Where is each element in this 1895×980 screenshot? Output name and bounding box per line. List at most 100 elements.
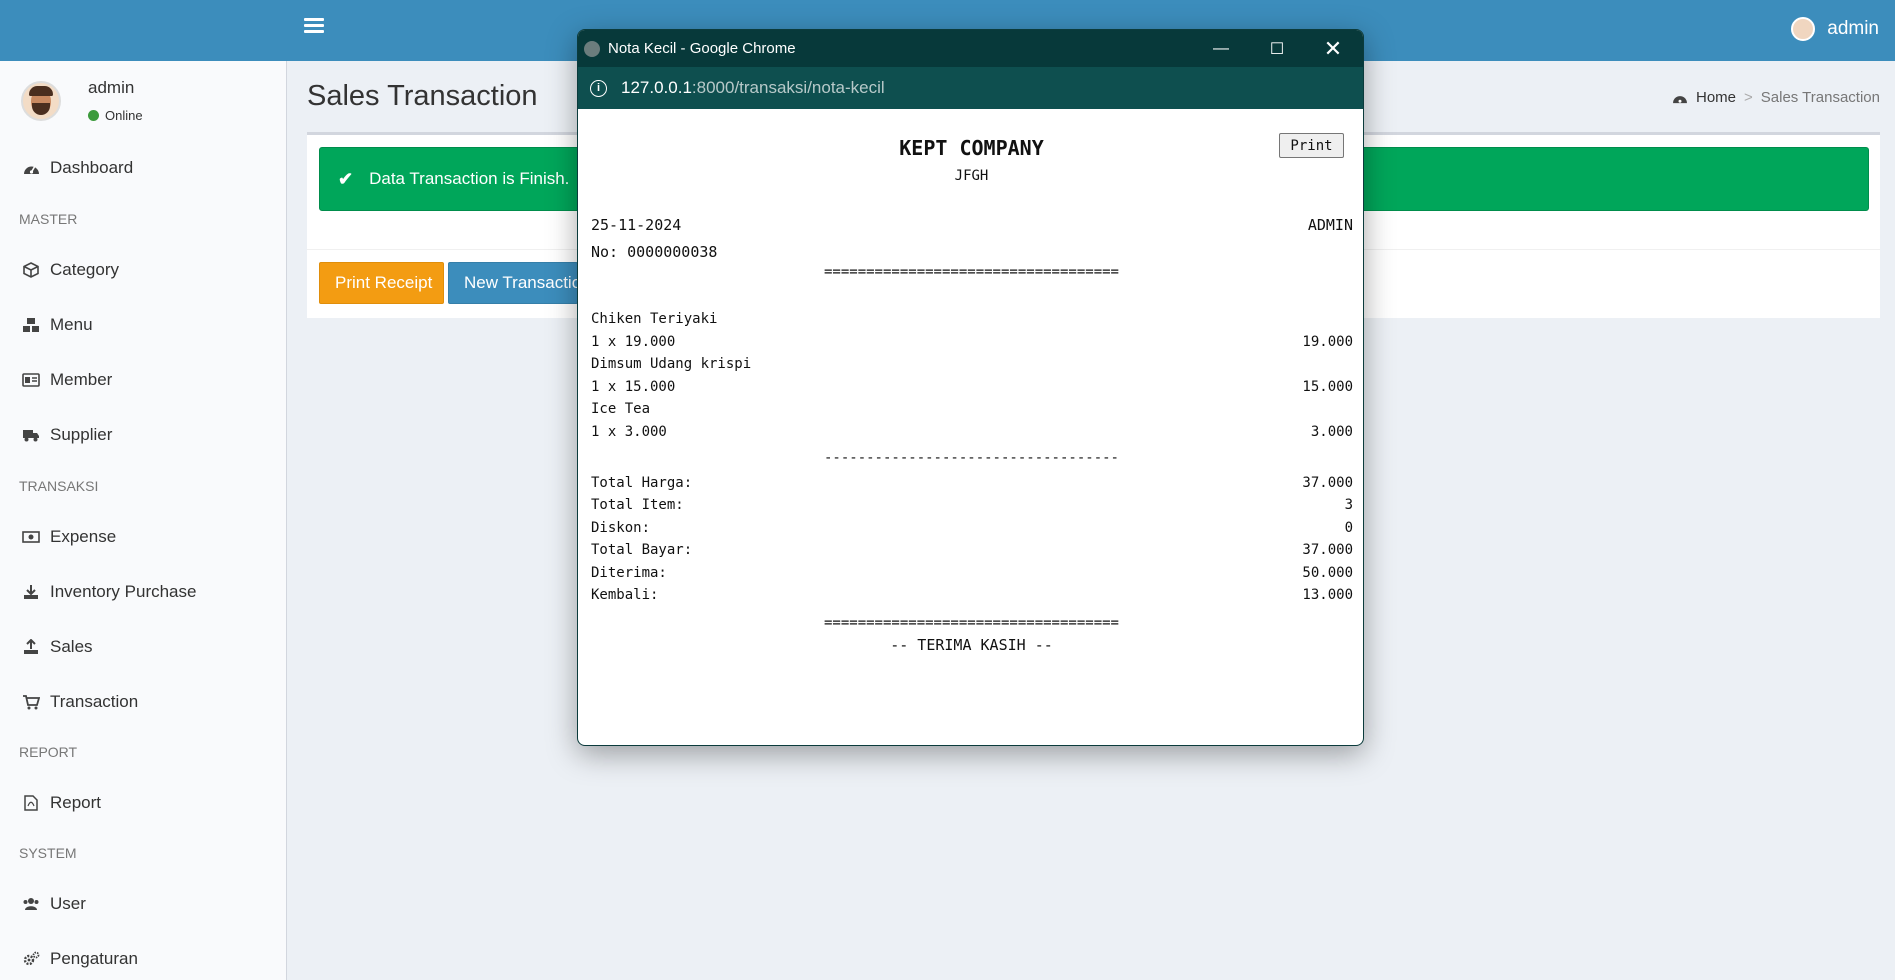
nav-section-transaksi: TRANSAKSI <box>19 478 99 494</box>
sidebar-item-label: Sales <box>50 637 93 656</box>
sidebar-item-dashboard[interactable]: Dashboard <box>0 148 287 188</box>
sidebar-item-menu[interactable]: Menu <box>0 305 287 345</box>
new-transaction-button[interactable]: New Transaction <box>448 262 578 304</box>
sidebar-toggle-icon[interactable] <box>304 18 324 38</box>
nav-section-report: REPORT <box>19 744 78 760</box>
user-panel: admin Online <box>0 61 286 141</box>
receipt-cashier: ADMIN <box>1307 216 1353 234</box>
receipt-summary-value: 13.000 <box>1302 587 1353 603</box>
url-path: :8000/transaksi/nota-kecil <box>691 78 885 97</box>
receipt-item-subtotal: 3.000 <box>1310 424 1353 440</box>
sidebar-item-sales[interactable]: Sales <box>0 627 287 667</box>
sidebar-item-label: Pengaturan <box>50 949 138 968</box>
nav-section-system: SYSTEM <box>19 845 77 861</box>
check-icon: ✔ <box>338 168 354 189</box>
sidebar-item-label: Dashboard <box>50 158 134 177</box>
receipt-summary-label: Kembali: <box>591 587 659 603</box>
receipt-number: No: 0000000038 <box>591 243 718 261</box>
info-icon[interactable]: i <box>590 79 607 97</box>
breadcrumb-current: Sales Transaction <box>1760 89 1880 106</box>
sidebar-item-expense[interactable]: Expense <box>0 517 287 557</box>
receipt-summary-label: Diskon: <box>591 520 651 536</box>
sidebar-item-label: User <box>50 894 86 913</box>
sidebar-item-user[interactable]: User <box>0 884 287 924</box>
receipt-summary-value: 0 <box>1344 520 1353 536</box>
receipt-item-qty: 1 x 3.000 <box>591 424 667 440</box>
sidebar-user-name: admin <box>88 78 135 97</box>
upload-icon <box>21 639 41 655</box>
sidebar-item-label: Supplier <box>50 425 113 444</box>
receipt-item-subtotal: 15.000 <box>1302 379 1353 395</box>
receipt-summary-label: Total Item: <box>591 497 684 513</box>
receipt-print-button[interactable]: Print <box>1279 133 1344 158</box>
receipt-date: 25-11-2024 <box>591 216 682 234</box>
nav-section-master: MASTER <box>19 211 78 227</box>
sidebar-item-label: Menu <box>50 315 93 334</box>
alert-message: Data Transaction is Finish. <box>369 169 570 188</box>
header-username: admin <box>1827 18 1879 39</box>
receipt-separator: =================================== <box>823 615 1119 631</box>
receipt-summary-label: Total Bayar: <box>591 542 693 558</box>
sidebar-item-label: Inventory Purchase <box>50 582 197 601</box>
receipt-summary-value: 3 <box>1344 497 1353 513</box>
users-icon <box>21 896 41 912</box>
page-title: Sales Transaction <box>307 80 538 112</box>
maximize-icon[interactable]: ☐ <box>1249 30 1305 67</box>
cart-icon <box>21 694 41 710</box>
receipt-item-qty: 1 x 15.000 <box>591 379 676 395</box>
money-icon <box>21 529 41 545</box>
id-card-icon <box>21 372 41 388</box>
file-pdf-icon <box>21 795 41 811</box>
receipt-item-name: Dimsum Udang krispi <box>591 356 752 372</box>
window-title: Nota Kecil - Google Chrome <box>608 40 796 57</box>
receipt-summary-label: Total Harga: <box>591 475 693 491</box>
receipt-company: KEPT COMPANY <box>899 136 1044 160</box>
globe-icon <box>584 40 600 57</box>
url-host: 127.0.0.1 <box>621 78 692 97</box>
sidebar-item-transaction[interactable]: Transaction <box>0 682 287 722</box>
cube-icon <box>21 262 41 278</box>
receipt-summary-value: 37.000 <box>1302 542 1353 558</box>
sidebar-item-label: Category <box>50 260 119 279</box>
receipt: KEPT COMPANY JFGH Print 25-11-2024 ADMIN… <box>578 109 1363 745</box>
minimize-icon[interactable]: — <box>1193 30 1249 67</box>
truck-icon <box>21 427 41 443</box>
sidebar-item-label: Transaction <box>50 692 139 711</box>
receipt-item-name: Chiken Teriyaki <box>591 311 718 327</box>
status-label: Online <box>105 108 143 123</box>
online-status: Online <box>88 108 143 123</box>
receipt-thanks: -- TERIMA KASIH -- <box>890 636 1053 654</box>
receipt-summary-value: 50.000 <box>1302 565 1353 581</box>
sidebar-item-supplier[interactable]: Supplier <box>0 415 287 455</box>
sidebar-item-member[interactable]: Member <box>0 360 287 400</box>
sidebar-item-report[interactable]: Report <box>0 783 287 823</box>
sidebar-item-label: Member <box>50 370 113 389</box>
receipt-item-subtotal: 19.000 <box>1302 334 1353 350</box>
sidebar-item-label: Expense <box>50 527 117 546</box>
address-bar[interactable]: i 127.0.0.1:8000/transaksi/nota-kecil <box>578 67 1363 109</box>
download-icon <box>21 584 41 600</box>
breadcrumb: Home > Sales Transaction <box>1672 89 1880 106</box>
receipt-separator: =================================== <box>823 264 1119 280</box>
receipt-item-qty: 1 x 19.000 <box>591 334 676 350</box>
cubes-icon <box>21 317 41 333</box>
user-menu[interactable]: admin <box>1791 17 1879 41</box>
cogs-icon <box>21 951 41 967</box>
receipt-popup-window: Nota Kecil - Google Chrome — ☐ ✕ i 127.0… <box>577 29 1364 746</box>
receipt-summary-value: 37.000 <box>1302 475 1353 491</box>
avatar <box>1791 17 1816 41</box>
sidebar-item-category[interactable]: Category <box>0 250 287 290</box>
receipt-item-name: Ice Tea <box>591 401 651 417</box>
dashboard-icon <box>1673 96 1687 104</box>
dashboard-icon <box>21 160 41 176</box>
status-dot-icon <box>88 110 99 121</box>
sidebar-item-inventory-purchase[interactable]: Inventory Purchase <box>0 572 287 612</box>
receipt-subtitle: JFGH <box>954 168 989 184</box>
receipt-summary-label: Diterima: <box>591 565 667 581</box>
sidebar-item-pengaturan[interactable]: Pengaturan <box>0 939 287 979</box>
breadcrumb-home[interactable]: Home <box>1696 89 1736 106</box>
print-receipt-button[interactable]: Print Receipt <box>319 262 444 304</box>
close-icon[interactable]: ✕ <box>1305 30 1361 67</box>
window-titlebar: Nota Kecil - Google Chrome — ☐ ✕ <box>578 30 1363 67</box>
breadcrumb-separator: > <box>1744 89 1753 106</box>
